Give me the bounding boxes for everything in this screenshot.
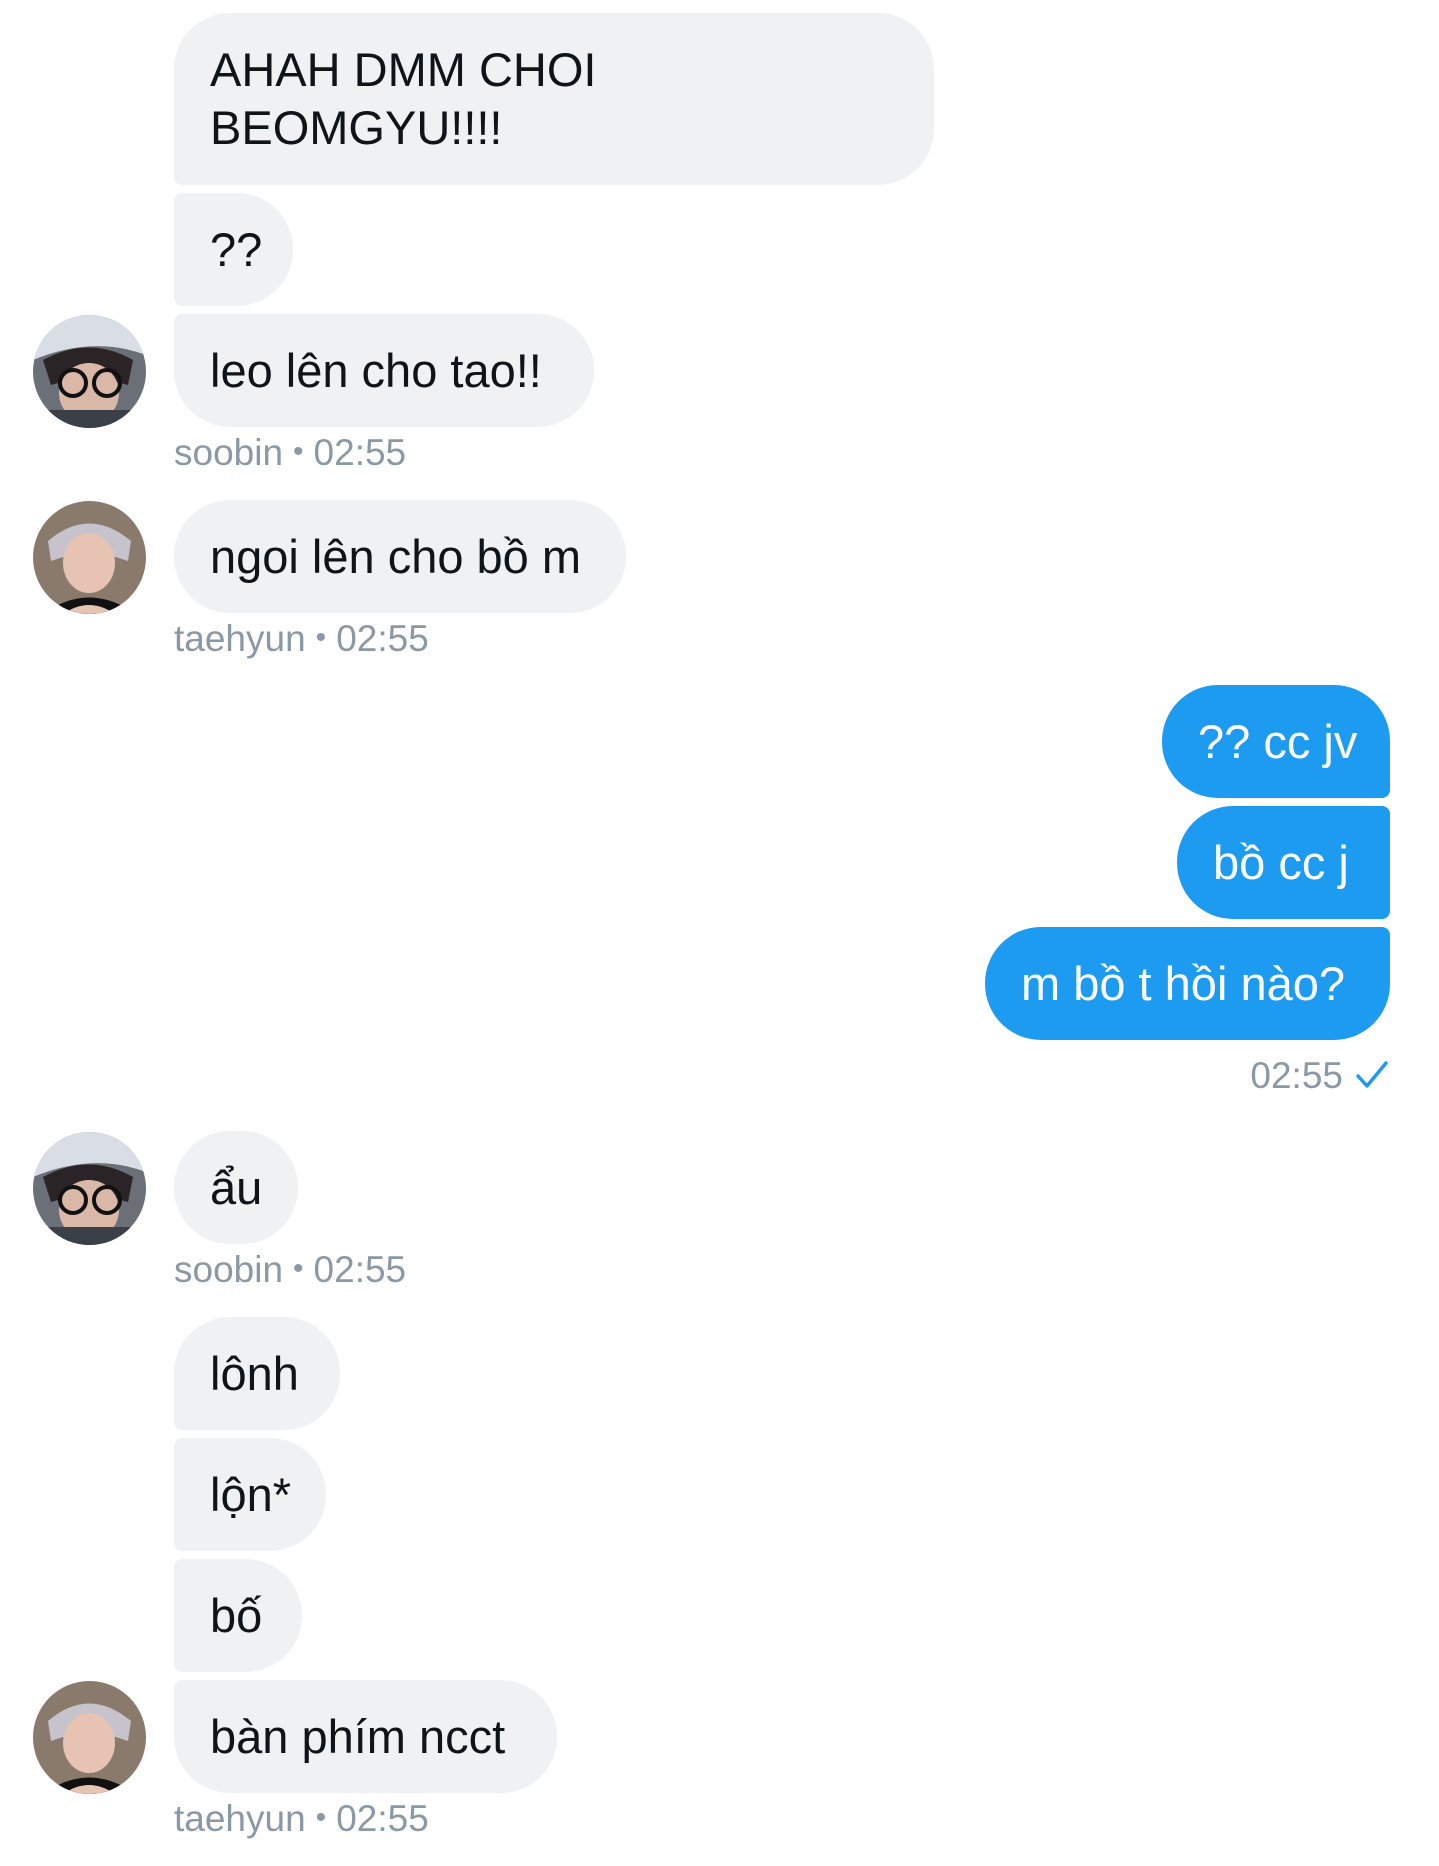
message-text: ẩu [210, 1160, 263, 1214]
sender-name[interactable]: soobin [174, 1249, 283, 1290]
timestamp: 02:55 [1250, 1055, 1343, 1096]
message-bubble[interactable]: ?? [174, 193, 293, 306]
meta-separator: • [293, 1252, 304, 1285]
timestamp: 02:55 [336, 1798, 429, 1839]
message-bubble-outgoing[interactable]: ?? cc jv [1162, 685, 1390, 798]
timestamp: 02:55 [313, 432, 407, 473]
timestamp: 02:55 [336, 618, 429, 659]
meta-separator: • [315, 1801, 327, 1834]
message-bubble-outgoing[interactable]: bồ cc j [1177, 806, 1390, 919]
message-meta: soobin • 02:55 [174, 431, 406, 478]
message-text: bàn phím ncct [210, 1709, 506, 1763]
message-text: leo lên cho tao!! [210, 343, 542, 397]
message-bubble[interactable]: leo lên cho tao!! [174, 314, 594, 427]
message-text: ?? cc jv [1198, 714, 1358, 768]
message-text: lộn* [210, 1467, 292, 1521]
meta-separator: • [293, 435, 304, 468]
avatar-soobin[interactable] [33, 315, 146, 428]
message-text: bố [210, 1588, 263, 1642]
message-text: bồ cc j [1213, 835, 1349, 889]
sender-name[interactable]: taehyun [174, 618, 306, 659]
message-bubble-outgoing[interactable]: m bồ t hồi nào? [985, 927, 1390, 1040]
message-text: ngoi lên cho bồ m [210, 529, 582, 583]
sender-name[interactable]: taehyun [174, 1798, 306, 1839]
message-bubble[interactable]: lộn* [174, 1438, 326, 1551]
message-text: lônh [210, 1346, 299, 1400]
message-meta: soobin • 02:55 [174, 1248, 406, 1295]
message-meta: taehyun • 02:55 [174, 1797, 429, 1844]
message-bubble[interactable]: bố [174, 1559, 302, 1672]
message-bubble[interactable]: ngoi lên cho bồ m [174, 500, 626, 613]
message-bubble[interactable]: lônh [174, 1317, 340, 1430]
timestamp: 02:55 [313, 1249, 407, 1290]
check-icon [1355, 1056, 1389, 1100]
message-text: m bồ t hồi nào? [1021, 956, 1345, 1010]
avatar-soobin[interactable] [33, 1132, 146, 1245]
message-bubble[interactable]: bàn phím ncct [174, 1680, 557, 1793]
message-meta: 02:55 [1250, 1054, 1389, 1100]
avatar-taehyun[interactable] [33, 501, 146, 614]
message-text: AHAH DMM CHOI BEOMGYU!!!! [210, 43, 597, 154]
message-text: ?? [210, 222, 263, 276]
message-meta: taehyun • 02:55 [174, 617, 429, 664]
meta-separator: • [315, 621, 327, 654]
avatar-taehyun[interactable] [33, 1681, 146, 1794]
message-bubble[interactable]: AHAH DMM CHOI BEOMGYU!!!! [174, 13, 934, 185]
message-bubble[interactable]: ẩu [174, 1131, 298, 1244]
sender-name[interactable]: soobin [174, 432, 283, 473]
